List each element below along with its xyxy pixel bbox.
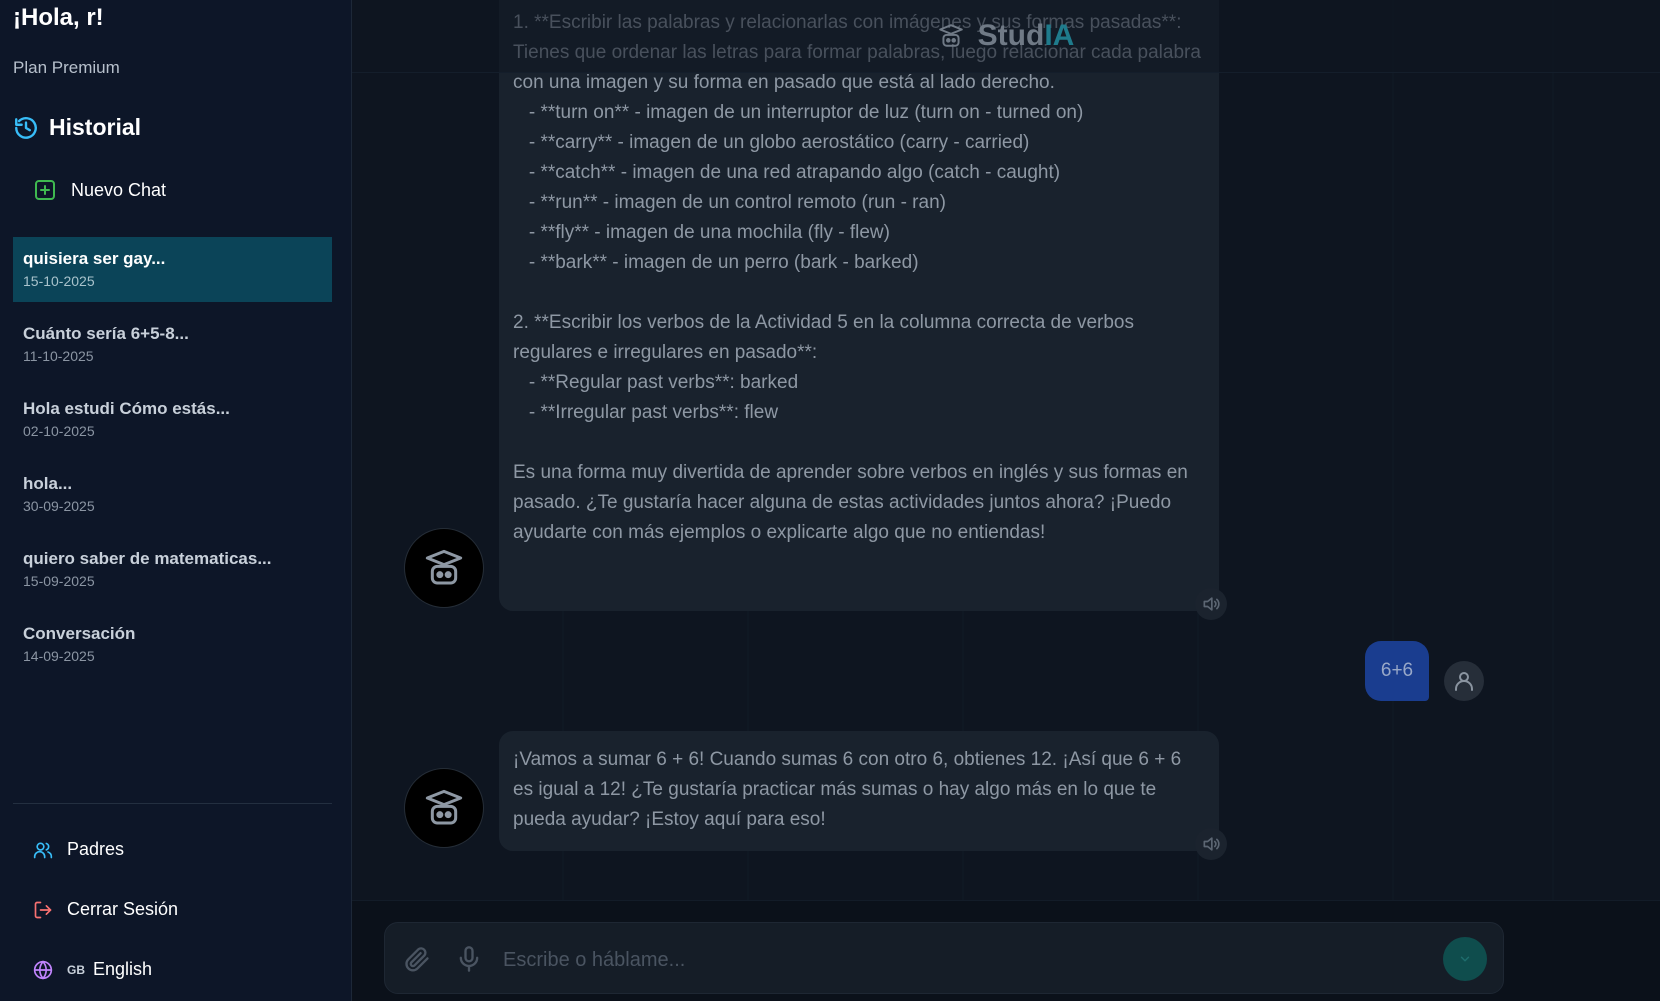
sidebar: ¡Hola, r! Plan Premium Historial Nuevo C… xyxy=(0,0,352,1001)
logout-icon xyxy=(33,900,53,920)
bot-message: ¡Vamos a sumar 6 + 6! Cuando sumas 6 con… xyxy=(499,731,1219,851)
language-code: GB xyxy=(67,962,85,977)
chat-history-item[interactable]: Conversación 14-09-2025 xyxy=(13,612,332,677)
chat-history-title: Hola estudi Cómo estás... xyxy=(23,399,230,418)
new-chat-button[interactable]: Nuevo Chat xyxy=(33,178,166,202)
brand-name-part2: IA xyxy=(1044,19,1075,52)
speaker-button[interactable] xyxy=(1195,828,1227,860)
history-icon xyxy=(13,115,39,141)
speaker-button[interactable] xyxy=(1195,588,1227,620)
message-composer xyxy=(384,922,1504,994)
graduation-robot-icon xyxy=(424,788,464,828)
chat-history-title: Conversación xyxy=(23,624,136,643)
chat-history-item[interactable]: Cuánto sería 6+5-8... 11-10-2025 xyxy=(13,312,332,377)
brand-name-part1: Stud xyxy=(977,19,1045,52)
message-input[interactable] xyxy=(501,939,1385,981)
sidebar-divider xyxy=(13,803,332,804)
send-button[interactable] xyxy=(1443,937,1487,981)
bot-avatar xyxy=(404,768,484,848)
plus-square-icon xyxy=(33,178,57,202)
chat-history-date: 14-09-2025 xyxy=(23,648,95,664)
brand-logo: StudIA xyxy=(978,19,1075,53)
speaker-icon xyxy=(1201,834,1221,854)
bot-avatar xyxy=(404,528,484,608)
history-header: Historial xyxy=(13,114,141,141)
language-label: English xyxy=(93,959,153,979)
user-avatar xyxy=(1444,661,1484,701)
users-icon xyxy=(33,840,53,860)
parents-button[interactable]: Padres xyxy=(33,839,124,860)
chat-history-date: 15-10-2025 xyxy=(23,273,95,289)
background-streak xyxy=(1392,0,1394,1001)
chat-history-date: 15-09-2025 xyxy=(23,573,95,589)
chat-history-title: hola... xyxy=(23,474,73,493)
chat-history-title: quisiera ser gay... xyxy=(23,249,166,268)
background-streak xyxy=(1552,0,1554,1001)
language-selector[interactable]: GB English xyxy=(33,959,152,980)
chat-history-title: Cuánto sería 6+5-8... xyxy=(23,324,189,343)
graduation-robot-icon xyxy=(424,548,464,588)
parents-label: Padres xyxy=(67,839,125,859)
chat-history-item[interactable]: quisiera ser gay... 15-10-2025 xyxy=(13,237,332,302)
chat-history-item[interactable]: Hola estudi Cómo estás... 02-10-2025 xyxy=(13,387,332,452)
plan-label: Plan Premium xyxy=(13,58,120,77)
chat-area: StudIA 1. **Escribir las palabras y rela… xyxy=(352,0,1660,1001)
logout-button[interactable]: Cerrar Sesión xyxy=(33,899,178,920)
chat-history-list: quisiera ser gay... 15-10-2025 Cuánto se… xyxy=(13,237,332,687)
bot-message: 1. **Escribir las palabras y relacionarl… xyxy=(499,0,1219,611)
history-title: Historial xyxy=(49,114,142,140)
chat-history-date: 30-09-2025 xyxy=(23,498,95,514)
chat-history-item[interactable]: hola... 30-09-2025 xyxy=(13,462,332,527)
chat-history-title: quiero saber de matematicas... xyxy=(23,549,272,568)
send-icon xyxy=(1458,952,1472,966)
logout-label: Cerrar Sesión xyxy=(67,899,179,919)
microphone-icon[interactable] xyxy=(455,945,483,973)
top-bar: StudIA xyxy=(352,0,1660,73)
greeting: ¡Hola, r! xyxy=(13,4,104,31)
user-icon xyxy=(1452,669,1476,693)
new-chat-label: Nuevo Chat xyxy=(71,179,167,200)
graduation-robot-icon xyxy=(938,23,964,49)
chat-history-date: 02-10-2025 xyxy=(23,423,95,439)
globe-icon xyxy=(33,959,53,980)
speaker-icon xyxy=(1201,594,1221,614)
user-message: 6+6 xyxy=(1365,641,1429,701)
chat-history-date: 11-10-2025 xyxy=(23,348,94,364)
chat-history-item[interactable]: quiero saber de matematicas... 15-09-202… xyxy=(13,537,332,602)
paperclip-icon[interactable] xyxy=(403,945,431,973)
